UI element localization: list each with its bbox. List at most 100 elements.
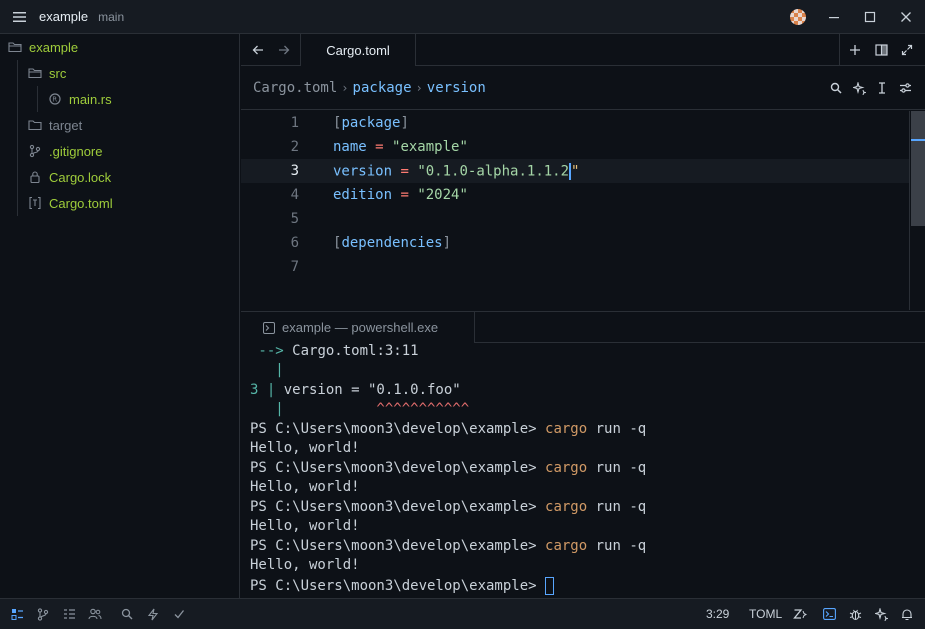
- forward-arrow-icon[interactable]: [274, 40, 294, 60]
- tree-item-cargo-toml[interactable]: Cargo.toml: [28, 190, 113, 216]
- scrollbar-thumb[interactable]: [911, 111, 925, 226]
- folder-open-icon: [28, 66, 42, 80]
- branch-name[interactable]: main: [98, 10, 124, 24]
- terminal-text: Hello, world!: [250, 518, 360, 534]
- split-pane-icon[interactable]: [871, 40, 891, 60]
- line-text: name = "example": [333, 139, 468, 155]
- terminal-output[interactable]: --> Cargo.toml:3:11 | 3 | version = "0.1.…: [241, 343, 925, 598]
- terminal-text: run -q: [587, 499, 647, 515]
- code-line[interactable]: 4 edition = "2024": [241, 183, 909, 207]
- project-panel-icon[interactable]: [8, 605, 26, 623]
- tree-item-label: src: [49, 65, 67, 81]
- menu-icon[interactable]: [9, 6, 31, 28]
- terminal-icon: [263, 321, 275, 334]
- maximize-icon[interactable]: [859, 6, 881, 28]
- avatar[interactable]: [790, 9, 806, 25]
- expand-icon[interactable]: [897, 40, 917, 60]
- search-icon[interactable]: [118, 605, 136, 623]
- line-number: 6: [290, 235, 299, 251]
- assistant-sparkle-icon[interactable]: [872, 605, 890, 623]
- folder-icon: [28, 118, 42, 132]
- tree-guide: [17, 60, 18, 216]
- tree-item-src[interactable]: src: [28, 60, 66, 86]
- code-token: =: [392, 187, 418, 203]
- terminal-text: -->: [250, 343, 293, 359]
- line-number: 3: [290, 163, 299, 179]
- terminal-line: PS C:\Users\moon3\develop\example> cargo…: [250, 460, 646, 476]
- code-editor[interactable]: 1 [package] 2 name = "example" 3 version = "0…: [241, 111, 909, 310]
- code-line[interactable]: 7: [241, 255, 909, 279]
- code-token: ]: [442, 235, 452, 251]
- new-tab-plus-icon[interactable]: [845, 40, 865, 60]
- scrollbar-cursor-marker: [911, 139, 925, 141]
- code-line[interactable]: 6 [dependencies]: [241, 231, 909, 255]
- title-bar: example main: [0, 0, 925, 34]
- tab-label: Cargo.toml: [326, 42, 390, 58]
- assistant-sparkle-icon[interactable]: [849, 78, 869, 98]
- settings-sliders-icon[interactable]: [895, 78, 915, 98]
- checkmark-icon[interactable]: [170, 605, 188, 623]
- tree-item-cargo-lock[interactable]: Cargo.lock: [28, 164, 111, 190]
- lock-icon: [28, 170, 42, 184]
- language-selector[interactable]: TOML: [749, 607, 782, 621]
- divider: [839, 34, 840, 66]
- terminal-line: Hello, world!: [250, 557, 360, 573]
- terminal-text: Hello, world!: [250, 557, 360, 573]
- code-line[interactable]: 2 name = "example": [241, 135, 909, 159]
- terminal-text: cargo: [545, 460, 588, 476]
- debugger-bug-icon[interactable]: [846, 605, 864, 623]
- outline-list-icon[interactable]: [60, 605, 78, 623]
- project-name[interactable]: example: [39, 9, 88, 24]
- text-cursor-icon[interactable]: [872, 78, 892, 98]
- breadcrumb-file[interactable]: Cargo.toml: [253, 80, 337, 96]
- terminal-cursor: [545, 577, 555, 595]
- minimize-icon[interactable]: [823, 6, 845, 28]
- line-number: 7: [290, 259, 299, 275]
- tree-item-label: target: [49, 117, 83, 133]
- terminal-text: |: [250, 362, 284, 378]
- tree-item-label: .gitignore: [49, 143, 103, 159]
- editor-scrollbar[interactable]: [909, 111, 925, 310]
- back-arrow-icon[interactable]: [248, 40, 268, 60]
- code-token: =: [366, 139, 393, 155]
- tree-item-main-rs[interactable]: R main.rs: [48, 86, 112, 112]
- search-icon[interactable]: [826, 78, 846, 98]
- terminal-line: Hello, world!: [250, 479, 360, 495]
- code-line[interactable]: 1 [package]: [241, 111, 909, 135]
- code-token: "0.1.0-alpha.1.1.2: [417, 163, 570, 179]
- zed-predict-icon[interactable]: [791, 605, 809, 623]
- git-branch-icon[interactable]: [34, 605, 52, 623]
- terminal-text: |: [250, 401, 284, 417]
- line-number: 4: [290, 187, 299, 203]
- code-token: "2024": [417, 187, 468, 203]
- tree-item-label: main.rs: [69, 91, 112, 107]
- terminal-text: ^^^^^^^^^^^: [283, 401, 470, 417]
- terminal-text: cargo: [545, 538, 588, 554]
- terminal-text: 3 |: [250, 382, 284, 398]
- line-number: 5: [290, 211, 299, 227]
- terminal-text: PS C:\Users\moon3\develop\example>: [250, 421, 546, 437]
- tree-item-label: Cargo.lock: [49, 169, 112, 185]
- close-icon[interactable]: [895, 6, 917, 28]
- terminal-tab[interactable]: example — powershell.exe: [241, 312, 475, 343]
- code-token: =: [392, 163, 418, 179]
- terminal-toggle-icon[interactable]: [820, 605, 838, 623]
- folder-open-icon: [8, 40, 22, 54]
- lightning-icon[interactable]: [144, 605, 162, 623]
- collaborators-icon[interactable]: [86, 605, 104, 623]
- code-line[interactable]: 5: [241, 207, 909, 231]
- code-token: edition: [333, 187, 393, 203]
- breadcrumb-section[interactable]: package: [353, 80, 412, 96]
- notification-bell-icon[interactable]: [898, 605, 916, 623]
- code-token: "example": [392, 139, 468, 155]
- terminal-line: | ^^^^^^^^^^^: [250, 401, 469, 417]
- cursor-position[interactable]: 3:29: [706, 607, 729, 621]
- tree-root-example[interactable]: example: [8, 34, 78, 60]
- tree-item-gitignore[interactable]: .gitignore: [28, 138, 102, 164]
- status-bar: 3:29 TOML: [0, 598, 925, 629]
- breadcrumb-key[interactable]: version: [427, 80, 486, 96]
- tab-cargo-toml[interactable]: Cargo.toml: [300, 34, 416, 66]
- terminal-line: PS C:\Users\moon3\develop\example> cargo…: [250, 421, 646, 437]
- code-line[interactable]: 3 version = "0.1.0-alpha.1.1.2 ": [241, 159, 909, 183]
- tree-item-target[interactable]: target: [28, 112, 82, 138]
